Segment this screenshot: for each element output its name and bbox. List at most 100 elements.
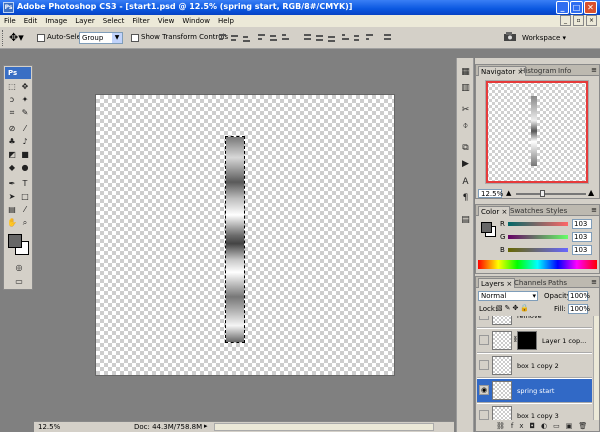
blend-mode-dropdown[interactable]: Normal ▾ [478,291,538,301]
layer-row-remove[interactable]: remove [477,316,592,328]
crop-tool-icon[interactable]: ⌗ [6,107,18,118]
move-tool-icon[interactable]: ✥ [19,81,31,92]
visibility-toggle[interactable] [479,410,489,420]
align-hcenter-icon[interactable] [268,33,279,43]
tab-color[interactable]: Color × [478,206,511,216]
link-layers-icon[interactable]: ⛓ [496,422,511,430]
menu-filter[interactable]: Filter [128,15,153,27]
blur-tool-icon[interactable]: ◆ [6,162,18,173]
dodge-tool-icon[interactable]: ● [19,162,31,173]
type-tool-icon[interactable]: T [19,178,31,189]
maximize-button[interactable]: □ [570,1,583,14]
menu-layer[interactable]: Layer [71,15,99,27]
align-left-icon[interactable] [256,33,267,43]
tab-swatches[interactable]: Swatches [508,206,545,216]
healing-brush-tool-icon[interactable]: ⊘ [6,123,18,134]
tab-paths[interactable]: Paths [546,278,569,288]
new-layer-icon[interactable]: ▣ [566,422,579,430]
history-brush-tool-icon[interactable]: ♪ [19,136,31,147]
options-grip[interactable] [2,30,5,46]
info-icon[interactable]: ▤ [459,214,472,227]
slice-tool-icon[interactable]: ✎ [19,107,31,118]
align-bottom-icon[interactable] [241,33,252,43]
workspace-menu[interactable]: Workspace ▾ [522,32,566,44]
notes-tool-icon[interactable]: ▤ [6,204,18,215]
align-top-icon[interactable] [217,33,228,43]
bridge-icon[interactable] [503,31,517,43]
doc-restore-icon[interactable]: ▫ [573,15,584,26]
panel-menu-icon[interactable]: ≡ [591,66,597,74]
path-selection-tool-icon[interactable]: ➤ [6,191,18,202]
status-menu-arrow-icon[interactable]: ▸ [204,422,208,430]
marquee-tool-icon[interactable]: ⬚ [6,81,18,92]
visibility-toggle[interactable] [479,360,489,370]
eye-icon[interactable]: ◉ [479,385,489,395]
zoom-in-icon[interactable]: ▲ [588,188,594,197]
show-transform-checkbox[interactable] [131,34,139,42]
brushes-panel-icon[interactable]: ▦ [459,66,472,79]
history-icon[interactable]: ⧉ [459,142,472,155]
quick-mask-icon[interactable]: ◎ [13,262,25,273]
align-right-icon[interactable] [280,33,291,43]
red-channel-slider[interactable] [508,222,568,226]
navigator-view-box[interactable] [486,81,588,183]
menu-file[interactable]: File [0,15,20,27]
lasso-tool-icon[interactable]: ↄ [6,94,18,105]
navigator-zoom-field[interactable]: 12.5% [478,189,503,198]
tab-histogram[interactable]: Histogram [518,66,558,76]
visibility-toggle[interactable] [479,335,489,345]
clone-stamp-tool-icon[interactable]: ♣ [6,136,18,147]
tab-info[interactable]: Info [556,66,573,76]
layer-row-layer1copy[interactable]: ⛓ Layer 1 cop... [477,329,592,353]
blue-channel-value[interactable]: 103 [572,245,592,255]
layers-scrollbar[interactable] [593,316,599,420]
color-spectrum-bar[interactable] [478,260,597,269]
tab-styles[interactable]: Styles [544,206,569,216]
distribute-vcenter-icon[interactable] [314,33,325,43]
brush-tool-icon[interactable]: ⁄ [19,123,31,134]
eyedropper-tool-icon[interactable]: ⁄ [19,204,31,215]
tool-presets-icon[interactable]: ▥ [459,82,472,95]
pen-tool-icon[interactable]: ✒ [6,178,18,189]
new-group-icon[interactable]: ▭ [553,422,566,430]
lock-icons[interactable]: ▧✎✥🔒 [496,304,531,312]
fill-field[interactable]: 100% [568,304,590,314]
menu-image[interactable]: Image [41,15,71,27]
eraser-tool-icon[interactable]: ◩ [6,149,18,160]
distribute-top-icon[interactable] [302,33,313,43]
panel-menu-icon[interactable]: ≡ [591,206,597,214]
document-canvas[interactable] [95,94,395,376]
clone-source-icon[interactable]: ⌽ [459,120,472,133]
zoom-out-icon[interactable]: ▲ [506,189,511,197]
layer-row-spring-start[interactable]: ◉ spring start [477,379,592,403]
status-zoom[interactable]: 12.5% [38,423,60,431]
menu-view[interactable]: View [154,15,179,27]
blue-channel-slider[interactable] [508,248,568,252]
paragraph-icon[interactable]: ¶ [459,192,472,205]
shape-tool-icon[interactable]: □ [19,191,31,202]
distribute-hcenter-icon[interactable] [352,33,363,43]
distribute-left-icon[interactable] [340,33,351,43]
visibility-toggle[interactable] [479,316,489,320]
tab-channels[interactable]: Channels [512,278,548,288]
spring-layer-selection[interactable] [225,136,245,343]
auto-align-icon[interactable] [382,33,393,43]
move-tool-preset-icon[interactable]: ✥▾ [9,31,24,44]
hand-tool-icon[interactable]: ✋ [6,217,18,228]
doc-minimize-icon[interactable]: _ [560,15,571,26]
tab-layers[interactable]: Layers × [478,278,516,288]
align-vcenter-icon[interactable] [229,33,240,43]
color-foreground-swatch[interactable] [481,222,492,233]
menu-edit[interactable]: Edit [20,15,42,27]
minimize-button[interactable]: _ [556,1,569,14]
close-button[interactable]: ✕ [584,1,597,14]
navigator-zoom-slider[interactable] [516,190,586,197]
zoom-slider-knob[interactable] [540,190,545,197]
character-icon[interactable]: A [459,176,472,189]
zoom-tool-icon[interactable]: ⌕ [19,217,31,228]
auto-select-dropdown[interactable]: Group ▼ [79,32,123,44]
gradient-tool-icon[interactable]: ■ [19,149,31,160]
horizontal-scrollbar[interactable] [214,423,434,431]
navigator-thumbnail[interactable] [485,80,589,184]
layer-style-icon[interactable]: fx [511,422,530,430]
